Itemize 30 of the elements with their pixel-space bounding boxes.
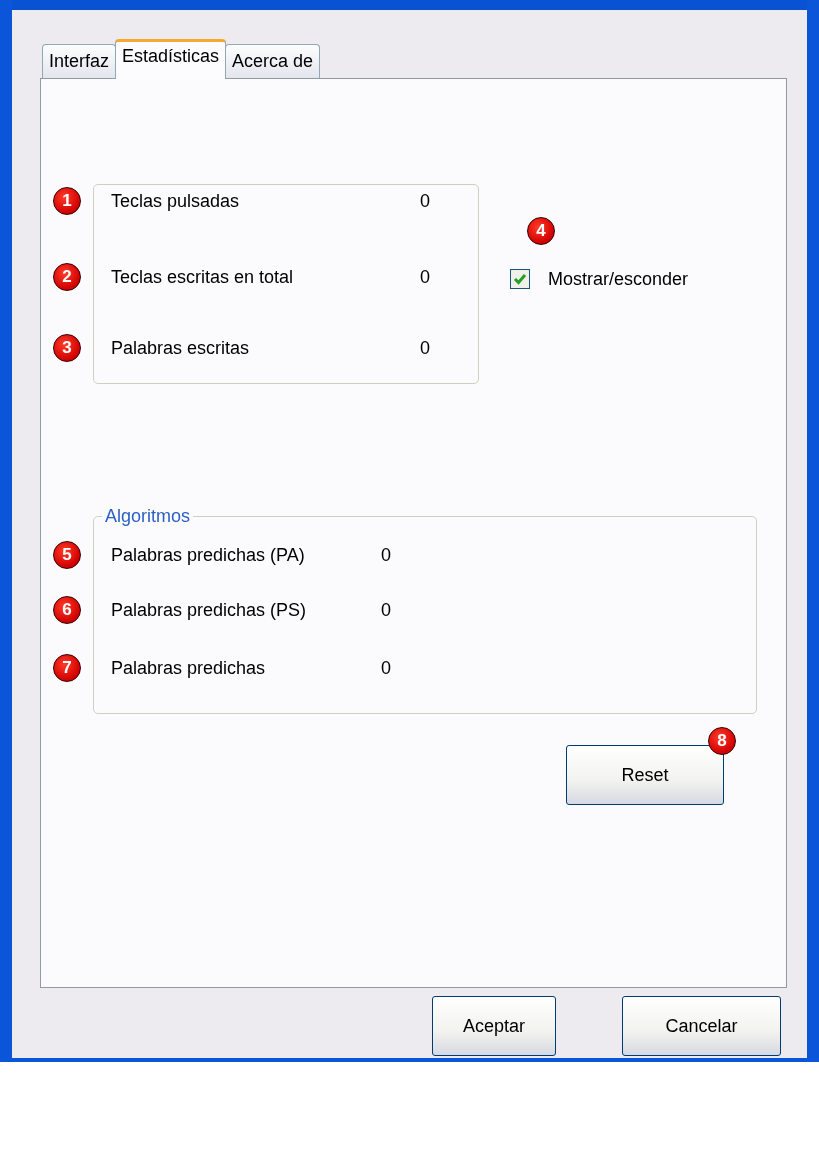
stat-label: Teclas pulsadas xyxy=(111,190,241,212)
stat-label: Palabras predichas (PA) xyxy=(111,544,306,566)
number-badge: 1 xyxy=(53,187,81,215)
stat-label: Teclas escritas en total xyxy=(111,266,295,288)
stat-label: Palabras predichas xyxy=(111,657,267,679)
number-badge: 5 xyxy=(53,541,81,569)
stat-value: 0 xyxy=(420,190,430,212)
tab[interactable]: Acerca de xyxy=(225,44,321,78)
dialog-button[interactable]: Cancelar xyxy=(622,996,781,1056)
stat-value: 0 xyxy=(420,337,430,359)
checkbox-label: Mostrar/esconder xyxy=(548,268,689,290)
stat-value: 0 xyxy=(381,599,391,621)
tab[interactable]: Interfaz xyxy=(42,44,117,78)
reset-button[interactable]: Reset xyxy=(566,745,724,805)
dialog-button[interactable]: Aceptar xyxy=(432,996,556,1056)
stat-value: 0 xyxy=(381,657,391,679)
stat-value: 0 xyxy=(381,544,391,566)
number-badge: 6 xyxy=(53,596,81,624)
check-icon xyxy=(513,272,527,286)
number-badge: 8 xyxy=(708,727,736,755)
number-badge: 4 xyxy=(527,217,555,245)
stat-value: 0 xyxy=(420,266,430,288)
number-badge: 3 xyxy=(53,334,81,362)
number-badge: 7 xyxy=(53,654,81,682)
group-legend: Algoritmos xyxy=(102,506,194,527)
checkbox[interactable] xyxy=(510,269,530,289)
tab[interactable]: Estadísticas xyxy=(115,39,227,79)
number-badge: 2 xyxy=(53,263,81,291)
stat-label: Palabras escritas xyxy=(111,337,251,359)
stat-label: Palabras predichas (PS) xyxy=(111,599,308,621)
